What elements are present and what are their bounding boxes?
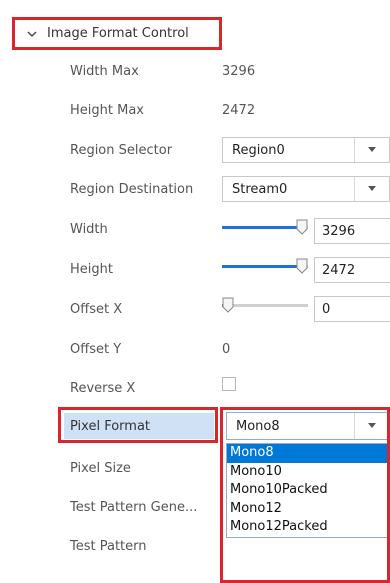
width-slider[interactable]: [222, 219, 308, 237]
section-title: Image Format Control: [47, 26, 189, 41]
slider-thumb-icon[interactable]: [296, 219, 308, 235]
label-region-destination: Region Destination: [70, 182, 194, 197]
label-test-pattern-generator: Test Pattern Gene...: [70, 500, 198, 515]
label-offset-x: Offset X: [70, 302, 123, 317]
pixel-format-option[interactable]: Mono12: [227, 500, 389, 519]
pixel-format-option[interactable]: Mono12Packed: [227, 518, 389, 537]
offset-x-value: 0: [322, 301, 331, 317]
region-destination-dropdown[interactable]: Stream0: [222, 176, 390, 202]
offset-x-input[interactable]: 0: [314, 296, 390, 322]
height-input[interactable]: 2472: [314, 257, 390, 283]
reverse-x-checkbox[interactable]: [222, 377, 236, 391]
slider-thumb-icon[interactable]: [296, 258, 308, 274]
label-reverse-x: Reverse X: [70, 381, 136, 396]
label-test-pattern: Test Pattern: [70, 539, 147, 554]
dropdown-arrow-icon[interactable]: [354, 413, 389, 439]
pixel-format-label-highlight: [58, 407, 218, 443]
pixel-format-option[interactable]: Mono10Packed: [227, 481, 389, 500]
region-selector-value: Region0: [232, 142, 285, 158]
label-offset-y: Offset Y: [70, 342, 122, 357]
pixel-format-option[interactable]: Mono10: [227, 463, 389, 482]
slider-fill: [222, 265, 302, 268]
width-input[interactable]: 3296: [314, 218, 390, 244]
section-header-image-format-control[interactable]: Image Format Control: [12, 17, 222, 50]
pixel-format-option[interactable]: Mono8: [227, 444, 389, 463]
pixel-format-value: Mono8: [236, 418, 280, 434]
width-value: 3296: [322, 223, 356, 239]
pixel-format-dropdown[interactable]: Mono8: [226, 412, 390, 440]
pixel-format-options-list: Mono8 Mono10 Mono10Packed Mono12 Mono12P…: [226, 443, 390, 538]
slider-fill: [222, 226, 302, 229]
label-pixel-size: Pixel Size: [70, 461, 131, 476]
slider-thumb-icon[interactable]: [222, 297, 234, 313]
label-region-selector: Region Selector: [70, 143, 173, 158]
chevron-down-icon: [27, 31, 37, 37]
label-height: Height: [70, 262, 113, 277]
value-width-max: 3296: [222, 64, 256, 79]
value-height-max: 2472: [222, 103, 256, 118]
height-slider[interactable]: [222, 258, 308, 276]
offset-x-slider[interactable]: [222, 297, 308, 315]
dropdown-arrow-icon[interactable]: [354, 177, 389, 201]
dropdown-arrow-icon[interactable]: [354, 138, 389, 162]
label-width-max: Width Max: [70, 64, 139, 79]
value-offset-y: 0: [222, 342, 231, 357]
region-destination-value: Stream0: [232, 181, 288, 197]
height-value: 2472: [322, 262, 356, 278]
region-selector-dropdown[interactable]: Region0: [222, 137, 390, 163]
label-height-max: Height Max: [70, 103, 144, 118]
label-width: Width: [70, 222, 108, 237]
